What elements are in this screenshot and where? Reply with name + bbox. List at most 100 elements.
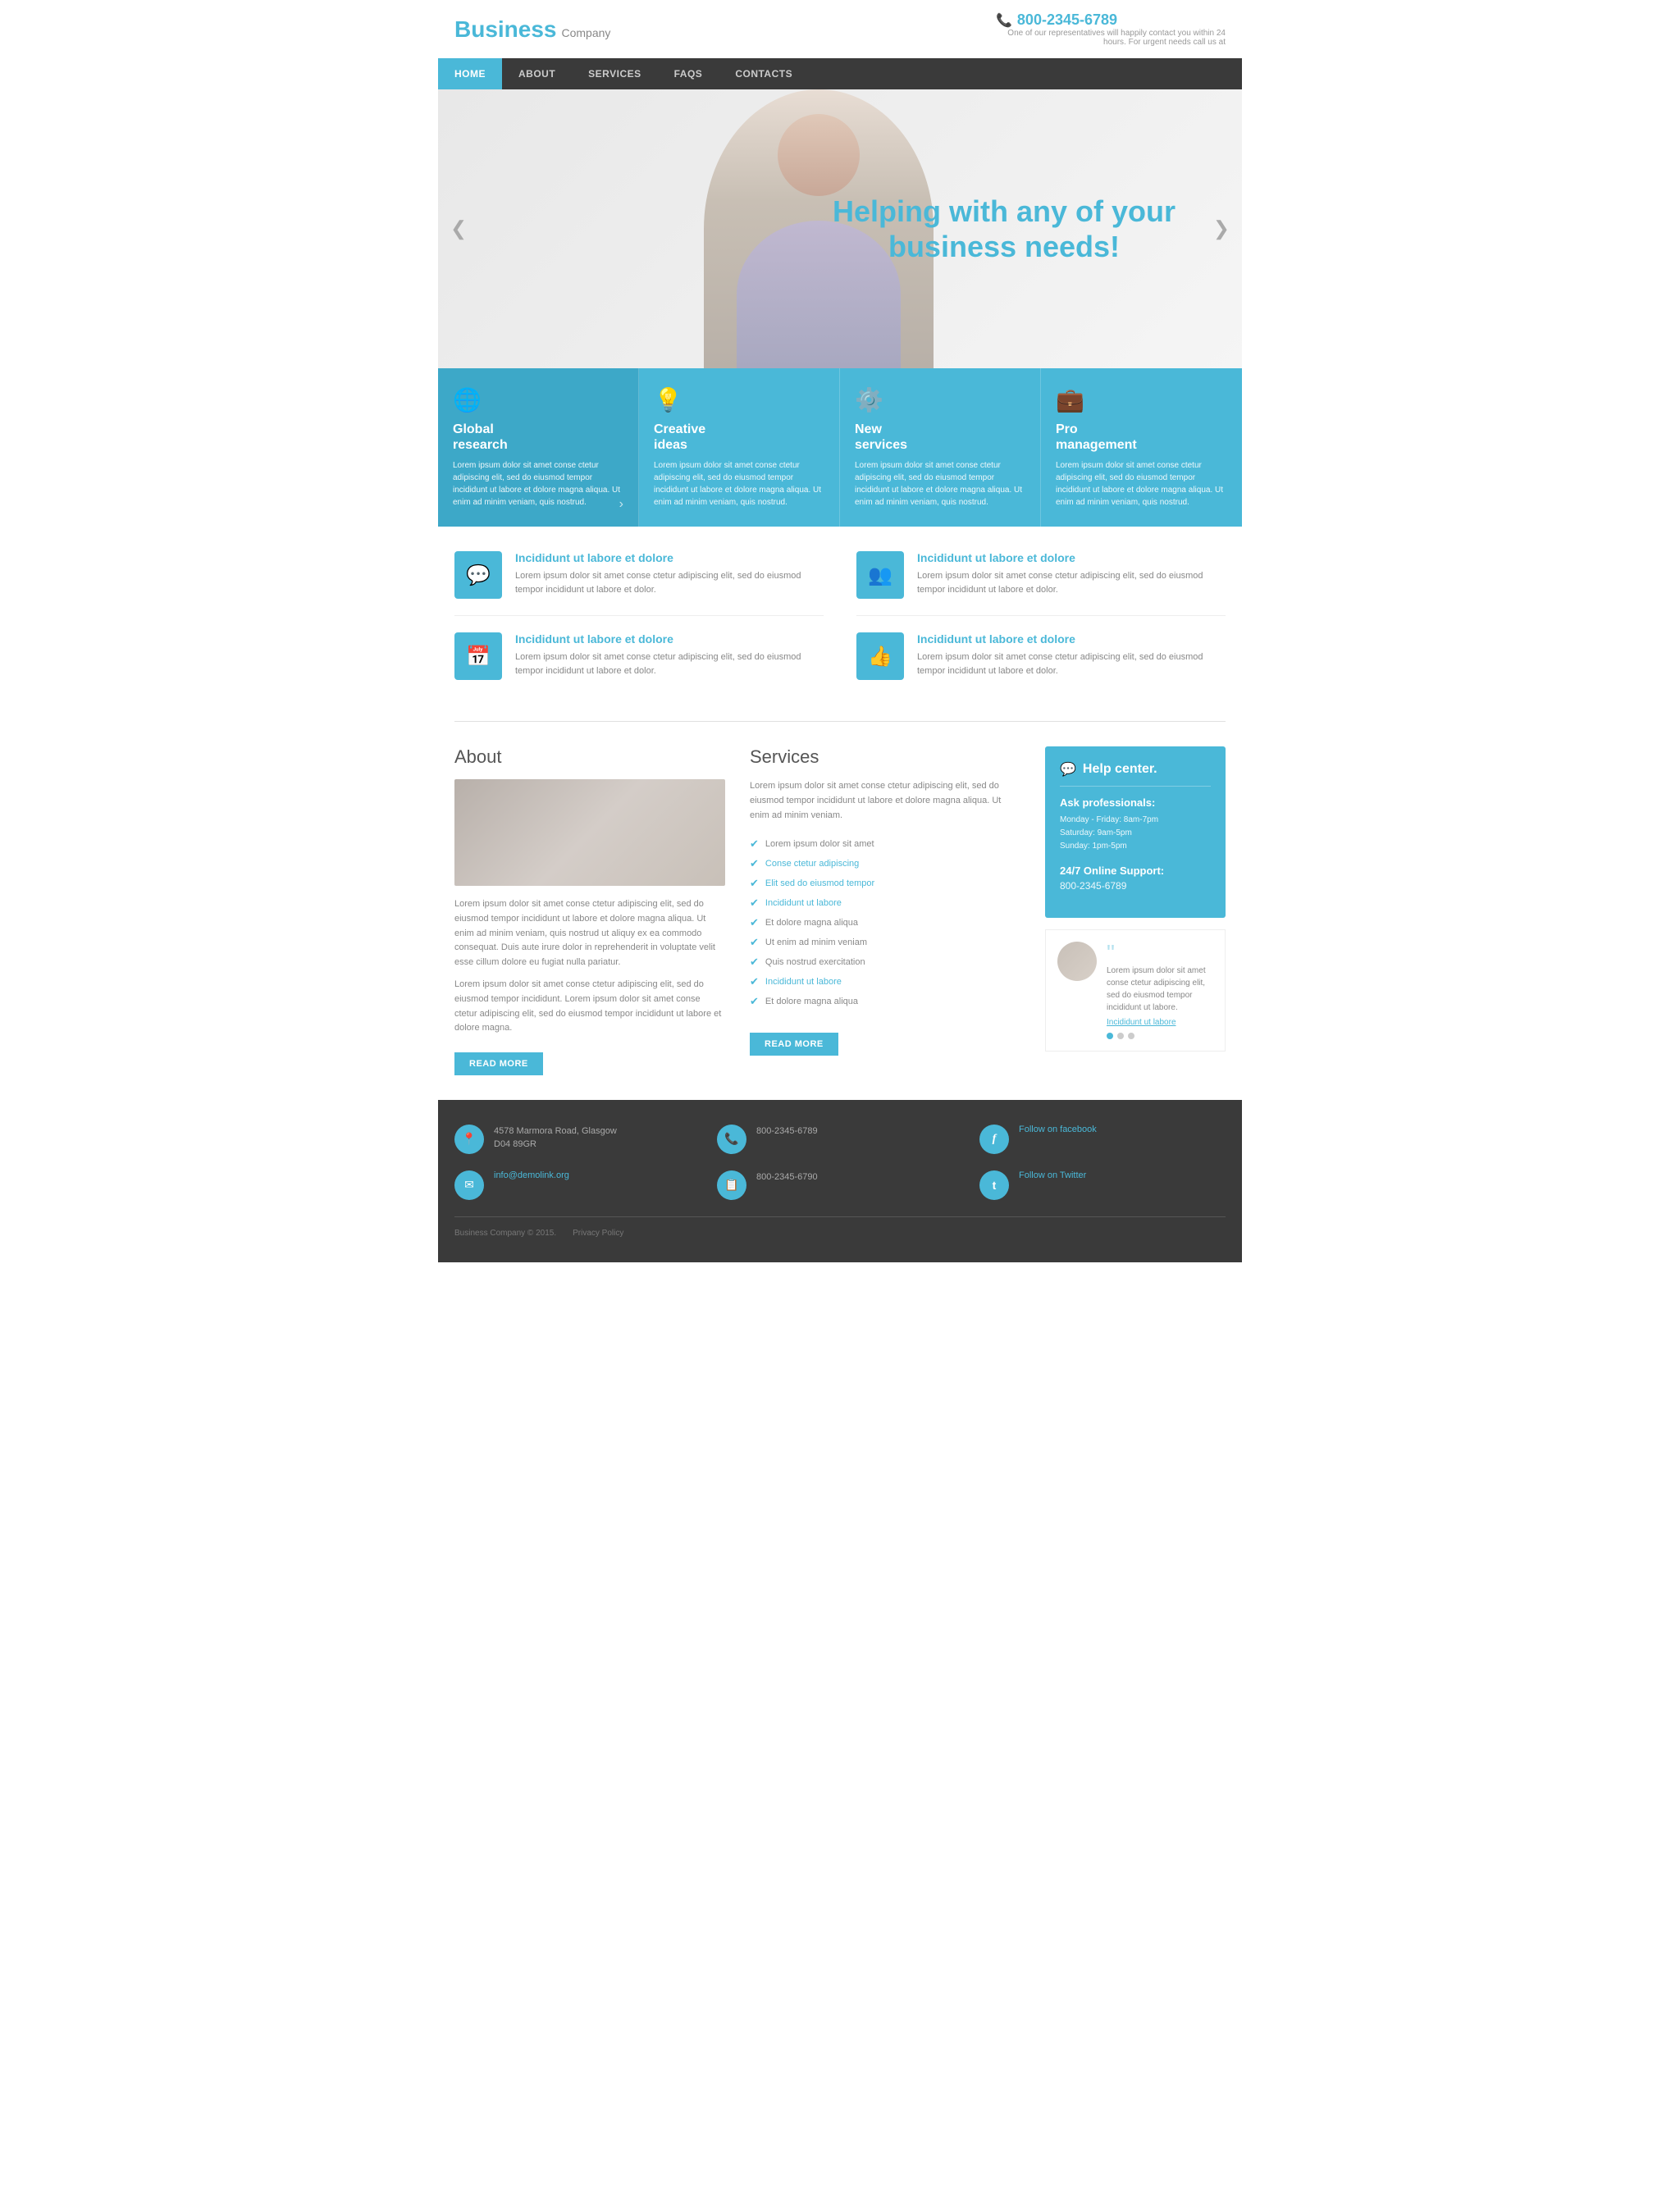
dot-3 (1128, 1033, 1134, 1039)
check-icon-7: ✔ (750, 975, 759, 988)
hero-arrow-left[interactable]: ❮ (450, 217, 467, 241)
navigation: HOME ABOUT SERVICES FAQS CONTACTS (438, 58, 1242, 89)
testimonial-dots (1107, 1033, 1213, 1039)
info-content-1: Incididunt ut labore et dolore Lorem ips… (917, 551, 1226, 596)
feature-pro-management: 💼 Promanagement Lorem ipsum dolor sit am… (1041, 368, 1242, 527)
info-content-2: Incididunt ut labore et dolore Lorem ips… (515, 632, 824, 678)
check-icon-6: ✔ (750, 956, 759, 969)
feature-text-2: Lorem ipsum dolor sit amet conse ctetur … (855, 459, 1025, 509)
hero-heading: Helping with any of your business needs! (832, 194, 1176, 264)
briefcase-icon: 💼 (1056, 386, 1227, 413)
fax-icon: 📋 (717, 1170, 746, 1200)
check-icon-8: ✔ (750, 995, 759, 1008)
service-item-4: ✔ Et dolore magna aliqua (750, 913, 1020, 933)
help-header: 💬 Help center. (1060, 761, 1211, 787)
logo-area: Business Company (454, 16, 610, 43)
hero-arrow-right[interactable]: ❯ (1213, 217, 1230, 241)
phone-icon: 📞 (996, 12, 1012, 29)
email-link[interactable]: info@demolink.org (494, 1170, 569, 1180)
service-label-8: Et dolore magna aliqua (765, 997, 858, 1006)
nav-services[interactable]: SERVICES (572, 58, 657, 89)
help-center-section: 💬 Help center. Ask professionals: Monday… (1045, 746, 1226, 1074)
help-ask-title: Ask professionals: (1060, 796, 1211, 809)
thumbsup-icon: 👍 (856, 632, 904, 680)
service-label-7: Incididunt ut labore (765, 977, 842, 987)
info-title-0: Incididunt ut labore et dolore (515, 551, 824, 564)
info-title-3: Incididunt ut labore et dolore (917, 632, 1226, 646)
footer-facebook: f Follow on facebook (979, 1125, 1226, 1154)
dot-1 (1107, 1033, 1113, 1039)
hero-section: Helping with any of your business needs!… (438, 89, 1242, 368)
feature-text-0: Lorem ipsum dolor sit amet conse ctetur … (453, 459, 623, 509)
feature-title-0: Globalresearch (453, 422, 623, 453)
gear-icon: ⚙️ (855, 386, 1025, 413)
footer-privacy-link[interactable]: Privacy Policy (573, 1229, 623, 1238)
help-chat-icon: 💬 (1060, 761, 1076, 778)
bottom-section: About Lorem ipsum dolor sit amet conse c… (438, 722, 1242, 1099)
facebook-link[interactable]: Follow on facebook (1019, 1125, 1097, 1134)
help-title: Help center. (1083, 762, 1157, 777)
feature-text-3: Lorem ipsum dolor sit amet conse ctetur … (1056, 459, 1227, 509)
feature-title-3: Promanagement (1056, 422, 1227, 453)
footer-phone2: 📋 800-2345-6790 (717, 1170, 963, 1200)
group-icon: 👥 (856, 551, 904, 599)
dot-2 (1117, 1033, 1124, 1039)
services-list: ✔ Lorem ipsum dolor sit amet ✔ Conse cte… (750, 834, 1020, 1011)
nav-contacts[interactable]: CONTACTS (719, 58, 809, 89)
service-label-0: Lorem ipsum dolor sit amet (765, 839, 874, 849)
about-section: About Lorem ipsum dolor sit amet conse c… (454, 746, 725, 1074)
check-icon-0: ✔ (750, 837, 759, 851)
testimonial-link[interactable]: Incididunt ut labore (1107, 1018, 1213, 1027)
info-item-3: 👍 Incididunt ut labore et dolore Lorem i… (856, 632, 1226, 696)
testimonial-content: " Lorem ipsum dolor sit amet conse ctetu… (1107, 942, 1213, 1039)
contact-subtext: One of our representatives will happily … (996, 29, 1226, 47)
about-title: About (454, 746, 725, 768)
nav-faqs[interactable]: FAQS (658, 58, 719, 89)
info-item-2: 📅 Incididunt ut labore et dolore Lorem i… (454, 632, 824, 696)
info-title-2: Incididunt ut labore et dolore (515, 632, 824, 646)
footer-phone1-text: 800-2345-6789 (756, 1125, 818, 1138)
footer: 📍 4578 Marmora Road, GlasgowD04 89GR 📞 8… (438, 1100, 1242, 1262)
about-image-inner (454, 779, 725, 886)
service-label-5: Ut enim ad minim veniam (765, 938, 867, 947)
check-icon-1: ✔ (750, 857, 759, 870)
footer-grid: 📍 4578 Marmora Road, GlasgowD04 89GR 📞 8… (454, 1125, 1226, 1200)
service-label-1: Conse ctetur adipiscing (765, 859, 859, 869)
logo-business: Business (454, 16, 557, 43)
feature-creative-ideas: 💡 Creativeideas Lorem ipsum dolor sit am… (639, 368, 840, 527)
check-icon-4: ✔ (750, 916, 759, 929)
feature-global-research: 🌐 Globalresearch Lorem ipsum dolor sit a… (438, 368, 639, 527)
twitter-link[interactable]: Follow on Twitter (1019, 1170, 1086, 1180)
about-text-1: Lorem ipsum dolor sit amet conse ctetur … (454, 897, 725, 970)
contact-area: 📞 800-2345-6789 One of our representativ… (996, 11, 1226, 47)
service-item-1: ✔ Conse ctetur adipiscing (750, 854, 1020, 874)
logo-company: Company (562, 26, 611, 39)
service-item-0: ✔ Lorem ipsum dolor sit amet (750, 834, 1020, 854)
nav-home[interactable]: HOME (438, 58, 502, 89)
service-item-5: ✔ Ut enim ad minim veniam (750, 933, 1020, 952)
feature-title-1: Creativeideas (654, 422, 824, 453)
service-item-8: ✔ Et dolore magna aliqua (750, 992, 1020, 1011)
info-text-3: Lorem ipsum dolor sit amet conse ctetur … (917, 650, 1226, 678)
header-phone: 800-2345-6789 (1017, 11, 1117, 29)
twitter-icon: t (979, 1170, 1009, 1200)
bulb-icon: 💡 (654, 386, 824, 413)
nav-about[interactable]: ABOUT (502, 58, 572, 89)
info-section: 💬 Incididunt ut labore et dolore Lorem i… (438, 527, 1242, 721)
services-read-more-button[interactable]: READ MORE (750, 1033, 838, 1056)
footer-address-text: 4578 Marmora Road, GlasgowD04 89GR (494, 1125, 617, 1152)
footer-bottom: Business Company © 2015. Privacy Policy (454, 1216, 1226, 1238)
quote-icon: " (1107, 940, 1115, 965)
header: Business Company 📞 800-2345-6789 One of … (438, 0, 1242, 58)
check-icon-3: ✔ (750, 897, 759, 910)
service-label-4: Et dolore magna aliqua (765, 918, 858, 928)
help-support-title: 24/7 Online Support: (1060, 865, 1211, 877)
globe-icon: 🌐 (453, 386, 623, 413)
about-image (454, 779, 725, 886)
phone-line: 📞 800-2345-6789 (996, 11, 1226, 29)
chat-icon: 💬 (454, 551, 502, 599)
calendar-icon: 📅 (454, 632, 502, 680)
footer-copyright: Business Company © 2015. (454, 1229, 556, 1238)
about-read-more-button[interactable]: READ MORE (454, 1052, 543, 1075)
facebook-icon: f (979, 1125, 1009, 1154)
